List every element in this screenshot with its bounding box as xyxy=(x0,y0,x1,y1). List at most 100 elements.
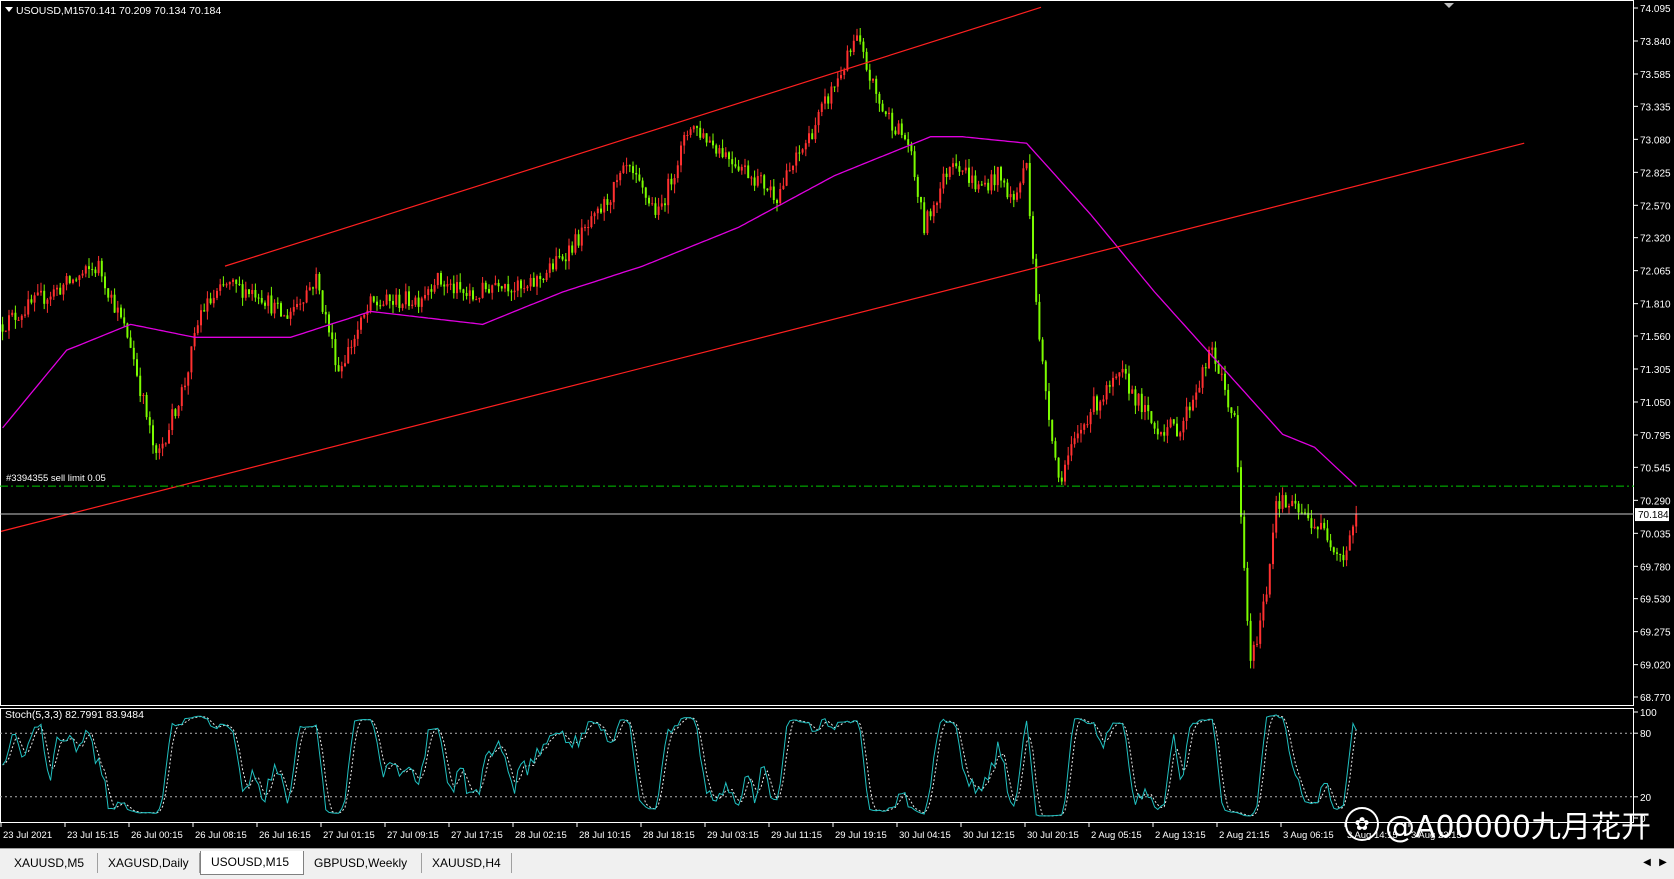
time-tick-label: 2 Aug 13:15 xyxy=(1155,830,1206,841)
candle xyxy=(616,174,618,188)
candle xyxy=(1035,253,1038,305)
candle xyxy=(865,48,868,72)
candle xyxy=(510,289,513,301)
candle xyxy=(225,282,228,288)
candle xyxy=(1192,395,1194,412)
candle xyxy=(686,130,689,141)
candle xyxy=(404,283,407,309)
candle xyxy=(820,101,823,117)
candle xyxy=(1009,186,1012,204)
candle xyxy=(641,177,644,194)
candle xyxy=(744,158,746,175)
time-tick-label: 26 Jul 00:15 xyxy=(131,830,183,841)
candle xyxy=(1032,211,1034,265)
candle xyxy=(724,147,727,159)
candle xyxy=(1048,383,1050,427)
candle xyxy=(740,164,743,175)
candle xyxy=(1166,419,1169,444)
candle xyxy=(1102,395,1105,406)
price-tick-label: 73.080 xyxy=(1640,135,1671,146)
candle xyxy=(360,316,362,334)
candle xyxy=(872,78,874,83)
price-tick-label: 72.320 xyxy=(1640,234,1671,245)
candle xyxy=(1057,457,1060,483)
candle xyxy=(712,133,714,149)
candle xyxy=(561,254,564,262)
candle xyxy=(446,276,449,294)
candle xyxy=(532,272,535,288)
candle xyxy=(1182,417,1185,441)
candle xyxy=(52,284,55,301)
candle xyxy=(216,288,218,301)
chart-shift-marker-icon[interactable] xyxy=(1444,3,1454,8)
candle xyxy=(859,28,862,45)
candle xyxy=(4,330,7,333)
candle xyxy=(1038,294,1041,342)
candle xyxy=(1284,492,1287,508)
price-tick-label: 71.305 xyxy=(1640,365,1671,376)
tab-xauusd-m5[interactable]: XAUUSD,M5 xyxy=(4,853,98,873)
chart-window[interactable]: 74.095 73.840 73.585 73.335 73.080 72.825 72.5… xyxy=(0,0,1674,848)
candle xyxy=(43,284,46,310)
tab-usousd-m15[interactable]: USOUSD,M15 xyxy=(200,851,304,875)
candle xyxy=(916,174,919,203)
candle xyxy=(664,198,666,212)
candle xyxy=(772,179,775,204)
candle xyxy=(187,371,190,395)
candle xyxy=(977,180,980,193)
candle xyxy=(1172,418,1175,426)
channel-line-1[interactable] xyxy=(224,6,1042,267)
candle xyxy=(529,274,532,291)
candle xyxy=(699,120,702,141)
stoch-signal-line xyxy=(2,715,1357,817)
candle xyxy=(1176,416,1178,437)
candle xyxy=(571,241,574,256)
candle xyxy=(414,295,417,307)
candle xyxy=(1086,415,1089,428)
candle xyxy=(254,283,257,302)
candle xyxy=(65,273,68,291)
candle xyxy=(987,178,990,194)
candle xyxy=(468,283,471,304)
candle xyxy=(123,308,126,327)
collapse-triangle-icon[interactable] xyxy=(5,7,13,12)
candle xyxy=(75,277,78,283)
candle xyxy=(1179,430,1182,441)
candle xyxy=(107,288,110,302)
candle xyxy=(14,305,17,329)
tab-gbpusd-weekly[interactable]: GBPUSD,Weekly xyxy=(304,853,422,873)
candle xyxy=(369,293,372,314)
candle xyxy=(1272,523,1274,570)
candle xyxy=(129,330,132,349)
candle xyxy=(907,132,910,153)
candle xyxy=(827,93,830,110)
time-tick-label: 27 Jul 01:15 xyxy=(323,830,375,841)
candle xyxy=(1137,393,1140,412)
candle xyxy=(49,291,52,306)
candle xyxy=(539,272,542,288)
candle xyxy=(264,300,266,310)
candle xyxy=(606,193,609,211)
candle xyxy=(315,267,318,295)
scroll-right-icon[interactable]: ▶ xyxy=(1656,855,1670,871)
candle xyxy=(808,125,810,147)
candle xyxy=(552,258,554,273)
candle xyxy=(296,296,298,310)
candle xyxy=(968,158,970,187)
price-tick-label: 69.530 xyxy=(1640,595,1671,606)
candle xyxy=(196,320,199,336)
scroll-left-icon[interactable]: ◀ xyxy=(1640,855,1654,871)
candle xyxy=(555,247,558,272)
candle xyxy=(996,166,999,192)
candle xyxy=(180,384,183,411)
chart-canvas[interactable]: 74.095 73.840 73.585 73.335 73.080 72.825 72.5… xyxy=(0,0,1674,848)
candle xyxy=(683,131,686,154)
candle xyxy=(408,286,410,310)
candle xyxy=(1246,561,1249,626)
candle xyxy=(1320,514,1322,530)
tab-xagusd-daily[interactable]: XAGUSD,Daily xyxy=(98,853,200,873)
tab-xauusd-h4[interactable]: XAUUSD,H4 xyxy=(422,853,512,873)
price-axis: 74.095 73.840 73.585 73.335 73.080 72.825 72.5… xyxy=(1634,4,1671,704)
candle xyxy=(856,28,858,41)
price-tick-label: 72.065 xyxy=(1640,267,1671,278)
